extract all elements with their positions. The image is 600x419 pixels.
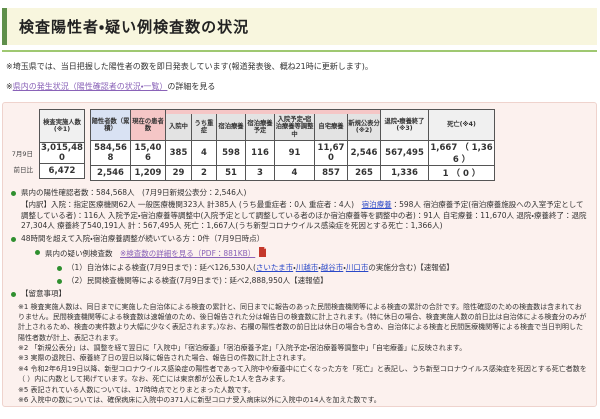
cell-current-today: 15,406 <box>130 139 166 166</box>
col-header-severe: うち重症 <box>191 114 217 141</box>
col-header-tested: 検査実施人数(※1) <box>39 108 85 143</box>
bullet-icon <box>35 250 40 256</box>
cell-severe-diff: 2 <box>191 164 217 181</box>
intro-note-2: ※県内の発生状況（陽性確認者の状況・一覧）の詳細を見る <box>6 82 594 92</box>
page-title-bar: 検査陽性者・疑い例検査数の状況 <box>2 8 597 45</box>
waiting48h-line: 48時間を超えて入院・宿泊療養調整が続いている方：0件（7月9日時点） <box>21 234 265 244</box>
test-count-pdf-link[interactable]: ※検査数の詳細を見る（PDF：881KB） <box>120 249 255 258</box>
summary-bullets: 県内の陽性確認者数：584,568人 (7月9日新規公表分：2,546人) 【内… <box>9 188 590 405</box>
municipal-tests-pre: （1）自治体による検査(7月9日まで)：延べ126,530人( <box>67 263 256 273</box>
note-5: ※5 表記されている人数については、17時時点でとりまとまった人数です。 <box>18 385 255 394</box>
col-header-adjusting: 入院予定・宿泊療養等調整中 <box>274 114 315 141</box>
intro-note-2-prefix: ※ <box>6 82 13 92</box>
cell-deaths-today: 1,667 （ 1,366 ） <box>428 139 496 166</box>
table-row-diff: 2,546 1,209 29 2 51 3 4 857 265 1,336 1 … <box>90 164 496 181</box>
cell-hospitalized-diff: 29 <box>165 164 192 181</box>
row-label-spacer <box>9 109 35 146</box>
bullet-private-tests: （2）民間検査機関等による検査(7月9日まで)：延べ2,888,950人【速報値… <box>55 276 590 287</box>
notes-title: 【留意事項】 <box>21 288 66 298</box>
cell-tested-diff: 6,472 <box>39 162 85 179</box>
cell-adjusting-diff: 4 <box>274 164 315 181</box>
cell-severe-today: 4 <box>191 139 217 166</box>
cell-current-diff: 1,209 <box>130 164 166 181</box>
hotel-care-link[interactable]: 宿泊療養 <box>362 200 392 209</box>
note-4: ※4 令和2年6月19日以降、新型コロナウイルス感染症の陽性者であって入院中や療… <box>18 364 587 384</box>
row-labels: 7月9日 前日比 <box>9 109 35 178</box>
col-header-home: 自宅療養 <box>314 114 348 141</box>
municipal-tests-line: （1）自治体による検査(7月9日まで)：延べ126,530人(さいたま市・川越市… <box>67 263 590 274</box>
bullet-icon <box>57 266 62 272</box>
cell-adjusting-today: 91 <box>274 139 315 166</box>
positive-status-table: 陽性者数（累積） 現在の患者数 退院・療養終了(※3) 死亡(※4) 入院中 う… <box>90 108 496 181</box>
bullet-positive-total: 県内の陽性確認者数：584,568人 (7月9日新規公表分：2,546人) 【内… <box>9 188 590 233</box>
bullet-suspected-tests: 県内の疑い例検査数 ※検査数の詳細を見る（PDF：881KB） <box>33 247 590 261</box>
cell-tested-today: 3,015,480 <box>39 141 85 164</box>
cell-positive-diff: 2,546 <box>90 164 131 181</box>
cell-positive-today: 584,568 <box>90 139 131 166</box>
koshigaya-city-link[interactable]: 越谷市 <box>321 263 344 272</box>
positive-total-line: 県内の陽性確認者数：584,568人 (7月9日新規公表分：2,546人) <box>21 187 247 197</box>
cell-home-today: 11,670 <box>314 139 348 166</box>
bullet-municipal-tests: （1）自治体による検査(7月9日まで)：延べ126,530人(さいたま市・川越市… <box>55 263 590 274</box>
saitama-city-link[interactable]: さいたま市 <box>256 263 293 272</box>
cell-hotel-planned-diff: 3 <box>245 164 275 181</box>
breakdown-line: 【内訳】入院：指定医療機関62人 一般医療機関323人 計385人 (うち最重症… <box>21 200 590 233</box>
notes-list: ※1 検査実施人数は、同日までに実施した自治体による検査の累計と、同日までに報告… <box>18 302 588 406</box>
col-header-deaths: 死亡(※4) <box>428 108 496 141</box>
pdf-icon[interactable] <box>258 247 267 261</box>
kawaguchi-city-link[interactable]: 川口市 <box>346 263 369 272</box>
breakdown-pre: 【内訳】入院：指定医療機関62人 一般医療機関323人 計385人 (うち最重症… <box>21 199 362 209</box>
table-row-today: 584,568 15,406 385 4 598 116 91 11,670 2… <box>90 139 496 166</box>
intro-note-2-suffix: の詳細を見る <box>167 82 216 92</box>
cell-hospitalized-today: 385 <box>165 139 192 166</box>
note-3: ※3 実際の退院日、療養終了日の翌日以降に報告された場合、報告日の件数に計上され… <box>18 354 310 363</box>
cell-recovered-diff: 1,336 <box>380 164 430 181</box>
status-table-area: 7月9日 前日比 検査実施人数(※1) 3,015,480 6,472 陽性者数… <box>9 108 590 181</box>
title-divider <box>2 50 597 52</box>
cell-home-diff: 857 <box>314 164 348 181</box>
col-header-current: 現在の患者数 <box>130 108 166 141</box>
intro-note-1: ※埼玉県では、当日把握した陽性者の数を即日発表しています(報道発表後、概ね21時… <box>6 62 373 71</box>
note-2: ※2 「新規公表分」は、調整を経て翌日に「入院中」「宿泊療養」「宿泊療養予定」「… <box>18 344 467 353</box>
bullet-icon <box>11 291 16 297</box>
cell-hotel-today: 598 <box>216 139 246 166</box>
bullet-icon <box>11 237 16 243</box>
bullet-icon <box>11 190 16 196</box>
col-header-hospitalized: 入院中 <box>165 114 192 141</box>
municipal-tests-post: の実施分含む)【速報値】 <box>368 263 454 273</box>
tested-count-table: 検査実施人数(※1) 3,015,480 6,472 <box>39 108 85 179</box>
bullet-waiting48h: 48時間を超えて入院・宿泊療養調整が続いている方：0件（7月9日時点） <box>9 234 590 245</box>
bullet-notes-title: 【留意事項】 <box>9 289 590 300</box>
note-6: ※6 入院中の数については、確保病床に入院中の371人に新型コロナ受入病床以外に… <box>18 395 381 404</box>
bullet-icon <box>57 278 62 284</box>
col-header-positive: 陽性者数（累積） <box>90 108 131 141</box>
cell-recovered-today: 567,495 <box>380 139 430 166</box>
col-header-new-published: 新規公表分(※2) <box>346 114 382 141</box>
col-header-hotel-planned: 宿泊療養予定 <box>245 114 275 141</box>
row-label-diff: 前日比 <box>13 165 34 174</box>
row-label-date: 7月9日 <box>11 149 33 158</box>
suspected-tests-label: 県内の疑い例検査数 <box>45 249 120 259</box>
cell-deaths-diff: 1 （ 0 ） <box>428 164 496 181</box>
private-tests-line: （2）民間検査機関等による検査(7月9日まで)：延べ2,888,950人【速報値… <box>67 275 328 285</box>
note-1: ※1 検査実施人数は、同日までに実施した自治体による検査の累計と、同日までに報告… <box>18 302 587 342</box>
cell-new-published-today: 2,546 <box>346 139 382 166</box>
kawagoe-city-link[interactable]: 川越市 <box>296 263 319 272</box>
cell-new-published-diff: 265 <box>346 164 382 181</box>
col-header-hotel: 宿泊療養 <box>216 114 246 141</box>
status-panel: 7月9日 前日比 検査実施人数(※1) 3,015,480 6,472 陽性者数… <box>2 101 597 407</box>
cell-hotel-diff: 51 <box>216 164 246 181</box>
prefecture-status-link[interactable]: 県内の発生状況（陽性確認者の状況・一覧） <box>13 82 168 91</box>
cell-hotel-planned-today: 116 <box>245 139 275 166</box>
col-header-recovered: 退院・療養終了(※3) <box>380 108 430 141</box>
page-title: 検査陽性者・疑い例検査数の状況 <box>19 18 250 36</box>
